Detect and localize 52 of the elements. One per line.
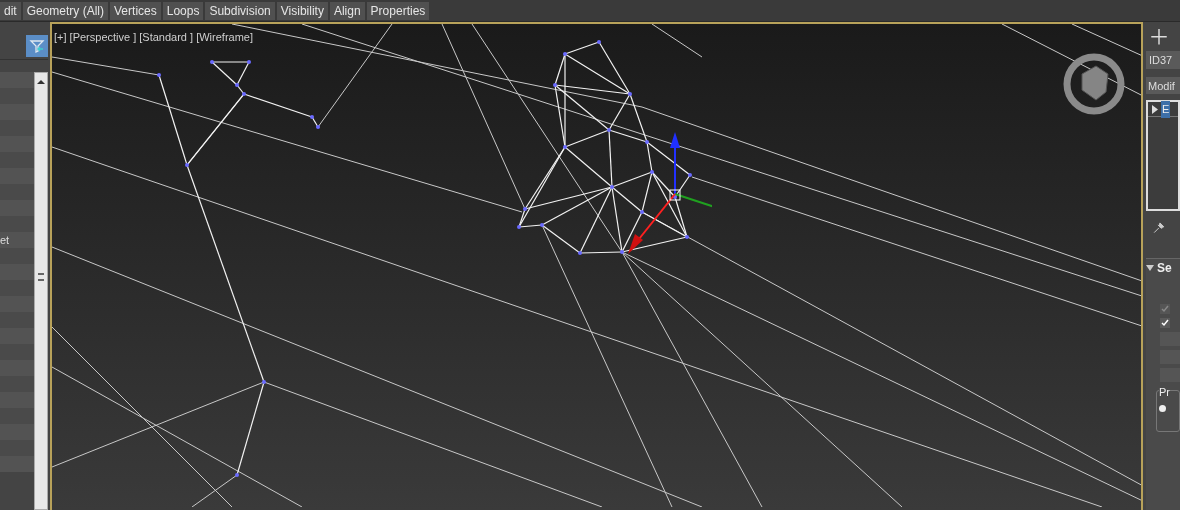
scrollbar-grip [38,273,44,281]
filter-button[interactable] [26,35,48,57]
checkbox[interactable] [1160,318,1170,329]
viewport[interactable]: [+] [Perspective ] [Standard ] [Wireframe] [50,22,1143,510]
modifier-stack-item[interactable]: E [1161,101,1171,118]
object-name-field[interactable]: ID37 [1146,51,1180,69]
ribbon-tab[interactable]: Vertices [110,1,161,20]
scrollbar[interactable] [34,72,48,510]
list-row[interactable]: et [0,232,34,248]
plus-icon[interactable] [1150,28,1168,46]
expand-arrow-icon[interactable] [1151,104,1159,114]
viewport-label[interactable]: [+] [Perspective ] [Standard ] [Wireframe] [54,29,253,46]
list-row[interactable] [0,120,34,136]
up-arrow-icon [37,79,45,85]
list-row[interactable] [0,248,34,264]
list-row[interactable] [0,88,34,104]
list-row[interactable] [0,360,34,376]
pin-icon[interactable] [1152,220,1166,235]
list-row[interactable] [0,200,34,216]
ribbon-tab[interactable]: Align [329,1,365,20]
view-cube-icon[interactable] [1062,52,1126,116]
list-row[interactable] [0,280,34,296]
ribbon-tab[interactable]: Loops [162,1,204,20]
list-row[interactable] [0,328,34,344]
list-row[interactable] [0,392,34,408]
list-row[interactable] [0,168,34,184]
list-row[interactable] [0,104,34,120]
rollout-arrow-icon[interactable] [1146,263,1154,272]
ribbon-tab[interactable]: dit [0,1,21,20]
list-row[interactable] [0,184,34,200]
list-row[interactable] [0,312,34,328]
list-row[interactable] [0,440,34,456]
list-row[interactable] [0,264,34,280]
filter-icon [29,38,45,54]
list-row[interactable] [0,152,34,168]
list-row[interactable] [0,136,34,152]
ribbon-tab[interactable]: Geometry (All) [22,1,109,20]
list-row[interactable] [0,344,34,360]
list-row[interactable] [0,296,34,312]
list-row[interactable] [0,72,34,88]
ribbon-tab[interactable]: Subdivision [205,1,275,20]
ribbon-tab[interactable]: Properties [366,1,430,20]
list-row[interactable] [0,216,34,232]
radio-button[interactable] [1159,404,1166,412]
rollout-title[interactable]: Se [1157,258,1172,277]
list-row[interactable] [0,456,34,472]
modifier-list-dropdown[interactable]: Modif [1146,76,1180,95]
list-row[interactable] [0,424,34,440]
ribbon-tab[interactable]: Visibility [276,1,328,20]
list-row[interactable] [0,376,34,392]
list-item-text[interactable]: et [0,234,10,246]
list-row[interactable] [0,408,34,424]
